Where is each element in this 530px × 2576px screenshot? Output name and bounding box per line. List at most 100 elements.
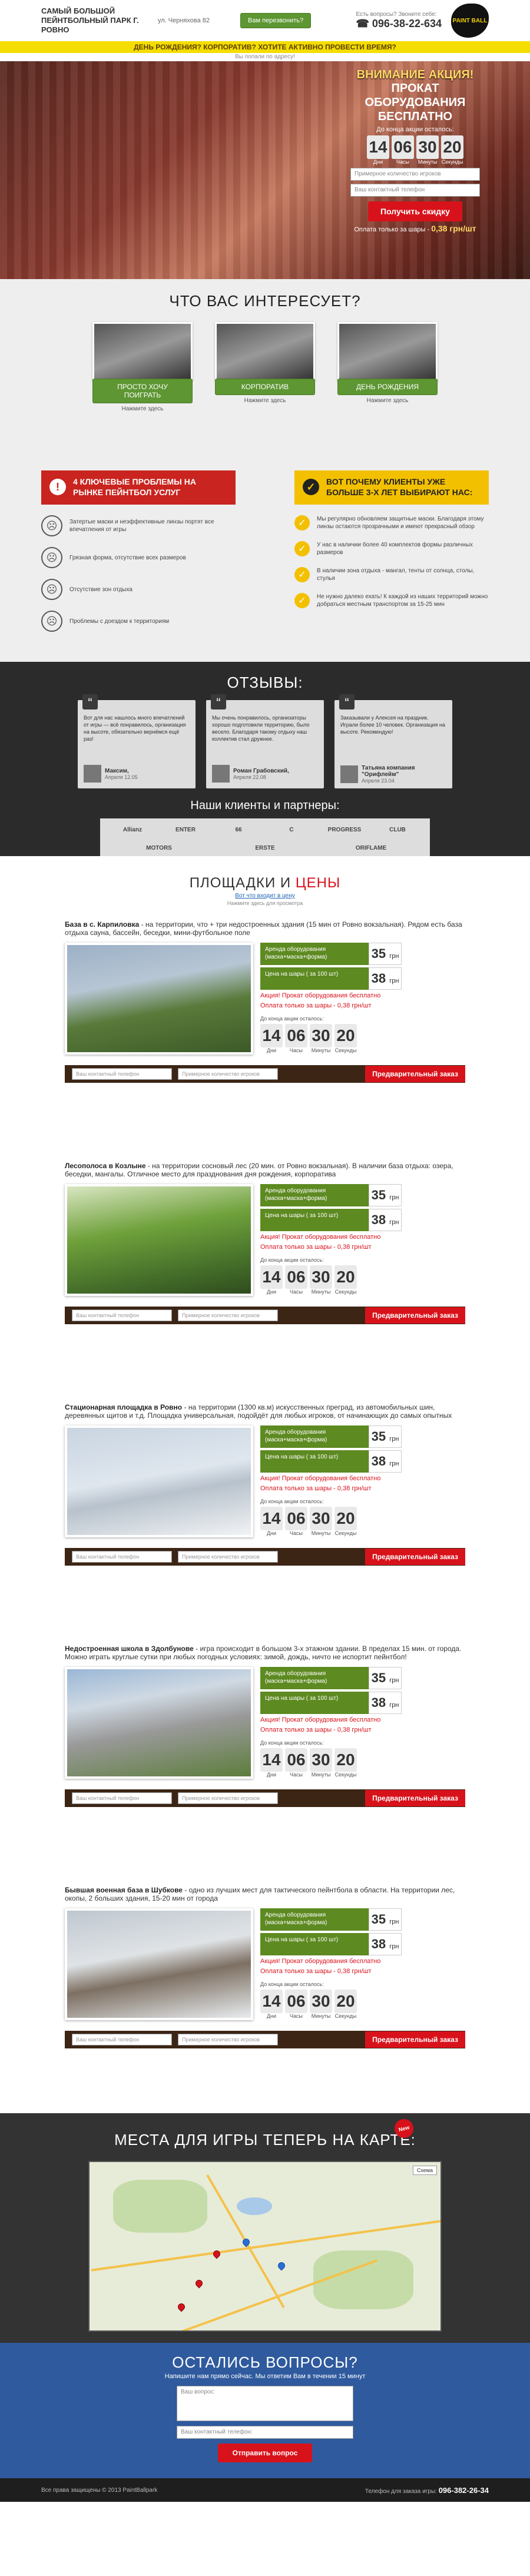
venue-photo[interactable] [65,943,253,1055]
countdown-timer: 14 Дни 06 Часы 30 Минуты 20 Секунды [260,1990,402,2019]
venue-prices: Аренда оборудования (маска+маска+форма) 3… [260,943,402,1056]
review-text: Мы очень понравилось, организаторы хорош… [212,715,310,742]
timer-unit: 20 Секунды [334,1265,357,1295]
problem-item: ☹ Затертые маски и неэффективные линзы по… [41,515,236,536]
preorder-button[interactable]: Предварительный заказ [365,1790,465,1806]
timer-hours: 06 Часы [392,135,414,165]
map-marker[interactable] [194,2278,204,2289]
get-discount-button[interactable]: Получить скидку [368,201,462,221]
check-icon: ✓ [294,593,310,608]
phone-input[interactable]: Ваш контактный телефон [350,184,480,197]
phone-box: Есть вопросы? Звоните себе: ☎ 096-38-22-… [356,11,442,30]
preorder-button[interactable]: Предварительный заказ [365,1066,465,1082]
partner-logo: PROGRESS [327,827,362,833]
order-phone-input[interactable]: Ваш контактный телефон [72,1792,172,1804]
timer-seconds: 20 Секунды [441,135,463,165]
timer-unit: 30 Минуты [310,1507,332,1536]
promo-line2: Оплата только за шары - 0,38 грн/шт [260,1485,372,1492]
countdown-timer: 14 Дни 06 Часы 30 Минуты 20 Секунды [260,1265,402,1295]
offer-line3: БЕСПЛАТНО [377,110,453,123]
preorder-button[interactable]: Предварительный заказ [365,1307,465,1324]
order-phone-input[interactable]: Ваш контактный телефон [72,2034,172,2045]
footer-phone[interactable]: Телефон для заказа игры: 096-382-26-34 [365,2486,489,2495]
card-caption: Нажмите здесь [121,406,164,412]
order-bar: Ваш контактный телефон Примерное количест… [65,2031,465,2048]
partner-logo: MOTORS [146,845,172,851]
card-image[interactable] [92,322,193,381]
venue-prices: Аренда оборудования (маска+маска+форма) 3… [260,1184,402,1297]
venue-photo[interactable] [65,1184,253,1296]
question-textarea[interactable]: Ваш вопрос: [177,2386,353,2421]
promo-bar: ДЕНЬ РОЖДЕНИЯ? КОРПОРАТИВ? ХОТИТЕ АКТИВН… [0,41,530,53]
timer-unit: 14 Дни [260,1748,283,1778]
send-question-button[interactable]: Отправить вопрос [218,2444,312,2462]
map-marker[interactable] [276,2260,287,2271]
promo-line2: Оплата только за шары - 0,38 грн/шт [260,1002,372,1009]
partner-logo: CLUB [389,827,406,833]
card-caption: Нажмите здесь [244,397,286,404]
whats-included-link[interactable]: Вот что входит в цену [0,893,530,899]
balls-label: Цена на шары ( за 100 шт) [260,1933,369,1955]
card-corporate[interactable]: КОРПОРАТИВ Нажмите здесь [215,322,315,412]
promo-line2: Оплата только за шары - 0,38 грн/шт [260,1968,372,1975]
review-author: Татьяна компания "Орифлейм" [362,765,415,778]
contact-section: ОСТАЛИСЬ ВОПРОСЫ? Напишите нам прямо сей… [0,2343,530,2478]
card-birthday[interactable]: ДЕНЬ РОЖДЕНИЯ Нажмите здесь [337,322,438,412]
sad-face-icon: ☹ [41,547,62,568]
balls-price: 38 грн [369,1692,402,1714]
header: САМЫЙ БОЛЬШОЙ ПЕЙНТБОЛЬНЫЙ ПАРК Г. РОВНО… [0,0,530,41]
contact-phone-input[interactable]: Ваш контактный телефон: [177,2426,353,2439]
quote-icon: “ [339,694,355,710]
order-phone-input[interactable]: Ваш контактный телефон [72,1551,172,1563]
players-select[interactable]: Примерное количество игроков [350,168,480,181]
order-players-select[interactable]: Примерное количество игроков [178,1309,278,1321]
logo[interactable]: PAINT BALL [451,4,489,38]
order-players-select[interactable]: Примерное количество игроков [178,1068,278,1080]
venue-photo[interactable] [65,1908,253,2020]
map-type-control[interactable]: Схема [412,2166,437,2175]
card-image[interactable] [215,322,315,381]
balls-label: Цена на шары ( за 100 шт) [260,967,369,990]
order-players-select[interactable]: Примерное количество игроков [178,2034,278,2045]
promo-sub: Вы попали по адресу! [235,54,295,60]
map[interactable]: Схема [88,2161,442,2332]
sad-face-icon: ☹ [41,515,62,536]
phone-icon: ☎ [356,18,372,29]
venue-photo[interactable] [65,1425,253,1537]
check-icon: ✓ [294,515,310,531]
order-players-select[interactable]: Примерное количество игроков [178,1792,278,1804]
card-birthday-button[interactable]: ДЕНЬ РОЖДЕНИЯ [337,379,438,395]
preorder-button[interactable]: Предварительный заказ [365,1549,465,1565]
preorder-button[interactable]: Предварительный заказ [365,2031,465,2048]
venue-title: Стационарная площадка в Ровно - на терри… [65,1403,452,1420]
countdown-label: До конца акции осталось: [260,1740,324,1746]
venue-title: Недостроенная школа в Здолбунове - игра … [65,1645,462,1661]
card-play-button[interactable]: ПРОСТО ХОЧУ ПОИГРАТЬ [92,379,193,403]
review-card: “ Мы очень понравилось, организаторы хор… [206,694,324,788]
venue-title: Бывшая военная база в Шубкове - одно из … [65,1886,455,1902]
check-icon: ✓ [294,541,310,556]
order-phone-input[interactable]: Ваш контактный телефон [72,1068,172,1080]
offer-line2: ПРОКАТ ОБОРУДОВАНИЯ [365,82,466,109]
rent-label: Аренда оборудования (маска+маска+форма) [260,1667,369,1689]
problem-item: ☹ Грязная форма, отсутствие всех размеров [41,547,236,568]
timer-unit: 06 Часы [285,1265,307,1295]
thumbs-up-icon: ✓ [303,479,319,495]
timer-unit: 30 Минуты [310,1748,332,1778]
brand-title: САМЫЙ БОЛЬШОЙ ПЕЙНТБОЛЬНЫЙ ПАРК Г. РОВНО [41,6,139,34]
places-section: ПЛОЩАДКИ И ЦЕНЫ Вот что входит в цену На… [0,856,530,2113]
countdown-label: До конца акции осталось: [260,1981,324,1987]
card-corporate-button[interactable]: КОРПОРАТИВ [215,379,315,395]
order-phone-input[interactable]: Ваш контактный телефон [72,1309,172,1321]
header-phone[interactable]: ☎ 096-38-22-634 [356,18,442,30]
card-image[interactable] [337,322,438,381]
partners-logos: Allianz ENTER 66 C PROGRESS CLUB MOTORS … [100,818,430,860]
venue-photo[interactable] [65,1667,253,1779]
balls-label: Цена на шары ( за 100 шт) [260,1209,369,1231]
places-note: Нажмите здесь для просмотра [227,900,303,906]
map-marker[interactable] [176,2302,187,2312]
callback-button[interactable]: Вам перезвонить? [240,13,312,28]
order-players-select[interactable]: Примерное количество игроков [178,1551,278,1563]
card-play[interactable]: ПРОСТО ХОЧУ ПОИГРАТЬ Нажмите здесь [92,322,193,412]
timer-unit: 30 Минуты [310,1265,332,1295]
